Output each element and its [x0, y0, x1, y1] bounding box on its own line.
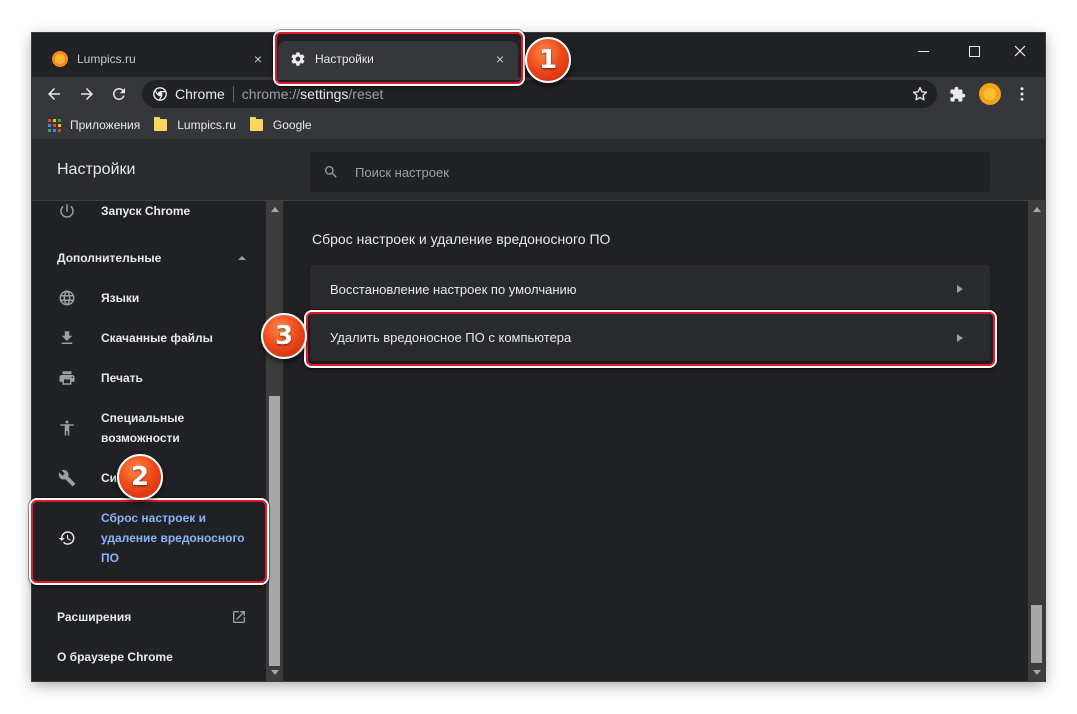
bookmark-star-icon[interactable]	[911, 85, 929, 103]
search-input[interactable]: Поиск настроек	[310, 152, 990, 192]
page-title: Настройки	[57, 161, 136, 178]
url-scheme: chrome://	[241, 86, 301, 102]
row-label: Восстановление настроек по умолчанию	[330, 281, 577, 297]
sidebar-item-label: Специальные возможности	[101, 411, 185, 445]
restore-defaults-row[interactable]: Восстановление настроек по умолчанию	[310, 265, 990, 313]
bookmark-label: Lumpics.ru	[177, 118, 236, 132]
tab-title: Lumpics.ru	[77, 52, 136, 66]
scroll-up-arrow-icon[interactable]	[266, 201, 283, 218]
bookmark-lumpics[interactable]: Lumpics.ru	[154, 117, 236, 132]
folder-icon	[154, 117, 168, 131]
main-scrollbar[interactable]	[1028, 201, 1045, 681]
close-window-button[interactable]	[997, 37, 1043, 65]
sidebar-item-label: Запуск Chrome	[101, 204, 191, 218]
sidebar-item-label: Печать	[101, 371, 143, 385]
step-badge-3: 3	[261, 313, 307, 359]
scroll-down-arrow-icon[interactable]	[266, 664, 283, 681]
search-icon	[323, 164, 339, 180]
toolbar: Chrome chrome://settings/reset	[32, 77, 1045, 111]
power-icon	[58, 202, 76, 220]
sidebar-item-printing[interactable]: Печать	[32, 368, 266, 388]
settings-main: Сброс настроек и удаление вредоносного П…	[283, 201, 1028, 681]
sidebar-item-label: О браузере Chrome	[57, 650, 173, 664]
close-icon[interactable]: ×	[248, 49, 268, 69]
scroll-up-arrow-icon[interactable]	[1028, 201, 1045, 218]
settings-sidebar: Запуск Chrome Дополнительные Языки Скача…	[32, 201, 266, 681]
highlight-settings-tab	[275, 32, 523, 84]
step-badge-1: 1	[525, 37, 571, 83]
minimize-button[interactable]	[900, 37, 946, 65]
folder-icon	[249, 117, 263, 131]
printer-icon	[58, 369, 76, 387]
bookmark-label: Приложения	[70, 118, 141, 132]
menu-kebab-icon[interactable]	[1010, 82, 1034, 106]
reload-icon[interactable]	[107, 82, 131, 106]
sidebar-item-extensions[interactable]: Расширения	[57, 610, 247, 624]
search-placeholder: Поиск настроек	[355, 164, 449, 180]
external-link-icon	[233, 611, 245, 623]
scrollbar-thumb[interactable]	[1031, 605, 1042, 663]
url-path: /reset	[348, 86, 384, 102]
bookmark-label: Google	[272, 118, 312, 132]
scroll-down-arrow-icon[interactable]	[1028, 664, 1045, 681]
section-label: Дополнительные	[57, 251, 162, 265]
bookmark-google[interactable]: Google	[249, 117, 312, 132]
step-badge-2: 2	[117, 454, 163, 500]
tab-lumpics[interactable]: Lumpics.ru ×	[40, 41, 276, 77]
download-icon	[58, 329, 76, 347]
sidebar-item-downloads[interactable]: Скачанные файлы	[32, 328, 266, 348]
sidebar-item-label: Языки	[101, 291, 140, 305]
wrench-icon	[58, 469, 76, 487]
bookmarks-bar: Приложения Lumpics.ru Google	[32, 111, 1045, 139]
scrollbar-thumb[interactable]	[269, 396, 280, 666]
section-title: Сброс настроек и удаление вредоносного П…	[312, 231, 611, 247]
highlight-cleanup-row	[306, 312, 995, 366]
lumpics-favicon-icon	[52, 51, 68, 67]
omnibox-divider	[232, 86, 234, 102]
highlight-reset-sidebar-item	[31, 500, 267, 583]
url-text: chrome://settings/reset	[242, 86, 384, 102]
back-arrow-icon[interactable]	[42, 82, 66, 106]
sidebar-item-about[interactable]: О браузере Chrome	[57, 650, 173, 664]
settings-header: Настройки Поиск настроек	[32, 139, 1045, 201]
address-bar[interactable]: Chrome chrome://settings/reset	[142, 80, 937, 108]
sidebar-item-label: Расширения	[57, 610, 132, 624]
chevron-up-icon	[238, 256, 246, 260]
globe-icon	[58, 289, 76, 307]
extensions-puzzle-icon[interactable]	[945, 82, 969, 106]
apps-grid-icon	[48, 118, 61, 132]
sidebar-item-languages[interactable]: Языки	[32, 288, 266, 308]
sidebar-item-startup[interactable]: Запуск Chrome	[32, 201, 266, 221]
chevron-right-icon	[948, 277, 972, 301]
sidebar-item-accessibility[interactable]: Специальные возможности	[32, 408, 266, 448]
sidebar-scrollbar[interactable]	[266, 201, 283, 681]
chrome-logo-icon	[153, 87, 167, 101]
forward-arrow-icon[interactable]	[75, 82, 99, 106]
url-host: settings	[300, 86, 349, 102]
profile-avatar[interactable]	[979, 83, 1001, 105]
sidebar-section-advanced[interactable]: Дополнительные	[57, 251, 247, 265]
maximize-button[interactable]	[951, 37, 997, 65]
accessibility-icon	[58, 419, 76, 437]
bookmark-apps[interactable]: Приложения	[48, 118, 140, 132]
sidebar-item-label: Скачанные файлы	[101, 331, 213, 345]
site-chip-label: Chrome	[175, 86, 225, 102]
